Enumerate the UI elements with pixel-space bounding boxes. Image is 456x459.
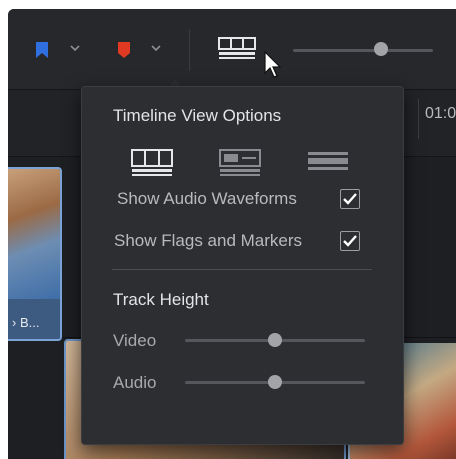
show-flags-and-markers-label: Show Flags and Markers	[114, 231, 303, 250]
flag-icon[interactable]	[35, 41, 49, 59]
video-height-label: Video	[113, 331, 157, 350]
show-flags-and-markers-checkbox[interactable]	[340, 231, 360, 251]
stacked-timeline-icon[interactable]	[130, 147, 174, 177]
mouse-cursor-icon	[264, 51, 282, 78]
marker-chevron-down-icon[interactable]	[151, 43, 161, 53]
clip-name: › B...	[12, 315, 40, 330]
show-audio-waveforms-checkbox[interactable]	[340, 189, 360, 209]
filmstrip-view-icon[interactable]	[218, 147, 262, 177]
simplified-view-icon[interactable]	[306, 147, 350, 177]
toolbar-divider	[189, 29, 190, 71]
marker-icon[interactable]	[117, 41, 131, 59]
checkmark-icon	[343, 193, 357, 205]
clip-thumbnail	[8, 169, 60, 299]
section-divider	[112, 269, 372, 270]
audio-height-label: Audio	[113, 373, 157, 392]
timeline-view-options-popover: Timeline View Options Show Audio Wavefor…	[81, 86, 404, 445]
show-audio-waveforms-label: Show Audio Waveforms	[117, 189, 297, 208]
track-height-title: Track Height	[113, 290, 209, 309]
timeline-view-options-icon[interactable]	[218, 37, 256, 59]
popover-title: Timeline View Options	[113, 106, 282, 125]
zoom-slider-track[interactable]	[293, 49, 433, 52]
video-height-slider-thumb[interactable]	[268, 333, 282, 347]
zoom-slider-thumb[interactable]	[374, 42, 388, 56]
audio-height-slider-thumb[interactable]	[268, 375, 282, 389]
timeline-app: 01:0 › B... Timeline View Options Show A…	[8, 9, 456, 459]
ruler-tick	[418, 99, 419, 139]
checkmark-icon	[343, 235, 357, 247]
ruler-timecode: 01:0	[425, 105, 456, 122]
timeline-clip[interactable]: › B...	[8, 167, 62, 341]
flag-chevron-down-icon[interactable]	[70, 43, 80, 53]
toolbar	[8, 9, 456, 90]
